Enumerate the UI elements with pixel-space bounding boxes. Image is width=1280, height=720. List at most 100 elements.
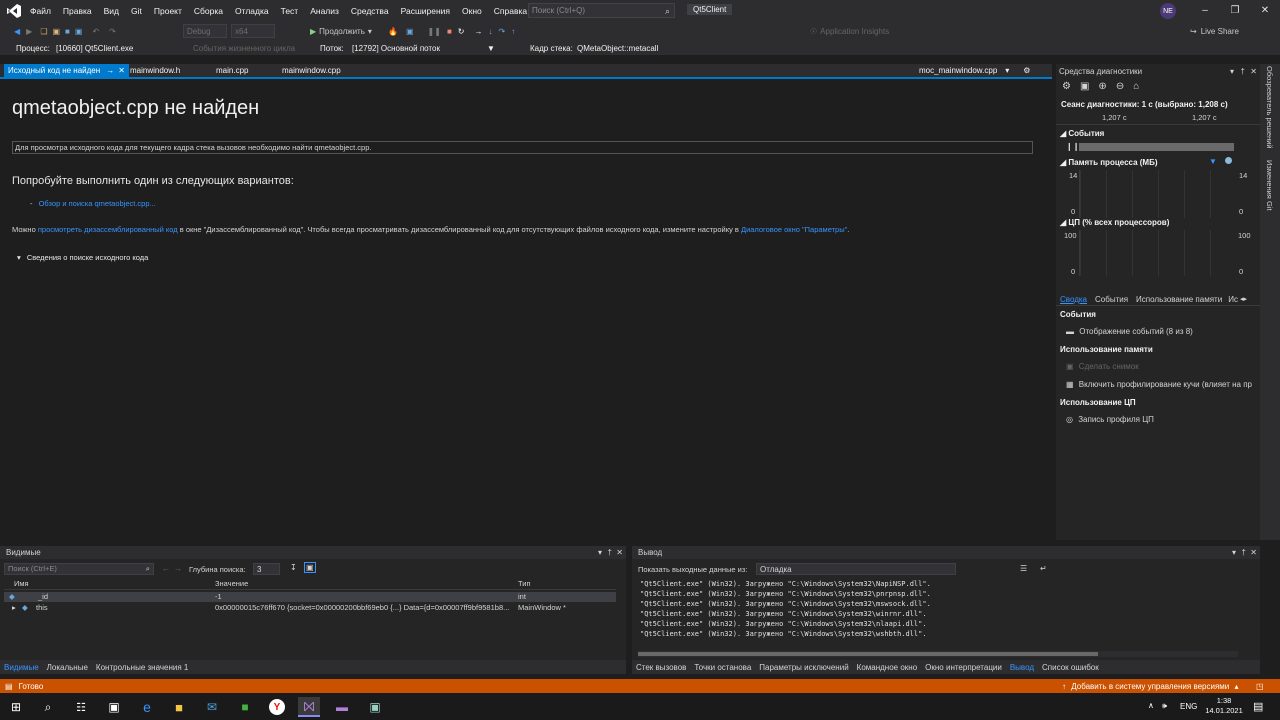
menu-help[interactable]: Справка: [488, 6, 533, 16]
tab-memory-usage[interactable]: Использование памяти: [1132, 295, 1226, 304]
source-search-details-toggle[interactable]: ▾ Сведения о поиске исходного кода: [17, 253, 148, 262]
store-icon[interactable]: ▣: [103, 697, 125, 717]
tab-summary[interactable]: Сводка: [1056, 295, 1091, 304]
memory-graph[interactable]: [1079, 170, 1235, 218]
menu-edit[interactable]: Правка: [57, 6, 98, 16]
restart-icon[interactable]: ↻: [458, 27, 465, 36]
column-type[interactable]: Тип: [518, 579, 531, 588]
tab-breakpoints[interactable]: Точки останова: [690, 663, 755, 672]
clear-all-icon[interactable]: ☰: [1020, 564, 1027, 573]
maximize-button[interactable]: ❐: [1220, 0, 1250, 21]
tab-mainwindow-cpp[interactable]: mainwindow.cpp: [282, 64, 341, 77]
new-project-icon[interactable]: ❑: [40, 27, 47, 36]
expand-icon[interactable]: ▸: [12, 603, 16, 612]
search-forward-icon[interactable]: →: [174, 564, 182, 573]
options-dialog-link[interactable]: Диалоговое окно "Параметры": [741, 225, 847, 234]
pin-icon[interactable]: →: [106, 66, 114, 75]
tab-call-stack[interactable]: Стек вызовов: [632, 663, 690, 672]
pause-events-icon[interactable]: ❙❙: [1066, 142, 1079, 151]
continue-button[interactable]: ▶ Продолжить ▾: [310, 23, 372, 39]
config-select[interactable]: Debug: [183, 24, 227, 38]
windows-start-icon[interactable]: ⊞: [5, 697, 27, 717]
live-share-button[interactable]: ↪ Live Share: [1190, 23, 1239, 39]
select-tools-icon[interactable]: ▣: [1080, 81, 1089, 92]
tab-source-not-found[interactable]: Исходный код не найден → ✕: [4, 64, 129, 77]
menu-view[interactable]: Вид: [98, 6, 125, 16]
tab-autos[interactable]: Видимые: [0, 663, 43, 672]
menu-analyze[interactable]: Анализ: [304, 6, 345, 16]
action-center-icon[interactable]: ▤: [1253, 700, 1263, 713]
volume-icon[interactable]: 🕪: [1162, 701, 1167, 711]
panel-menu-icon[interactable]: ▾: [598, 548, 602, 557]
pin-icon[interactable]: †: [1241, 67, 1245, 76]
tab-events[interactable]: События: [1091, 295, 1132, 304]
cpu-section-header[interactable]: ◢ ЦП (% всех процессоров): [1060, 218, 1169, 227]
stack-frame-select[interactable]: QMetaObject::metacall: [577, 41, 737, 55]
nav-back-icon[interactable]: ◀: [14, 27, 20, 36]
close-icon[interactable]: ✕: [1250, 67, 1257, 76]
column-value[interactable]: Значение: [215, 579, 248, 588]
tab-output[interactable]: Вывод: [1006, 663, 1038, 672]
step-over-icon[interactable]: ↷: [498, 27, 505, 36]
tray-expand-icon[interactable]: ∧: [1148, 701, 1154, 710]
tab-locals[interactable]: Локальные: [43, 663, 92, 672]
panel-menu-icon[interactable]: ▾: [1230, 67, 1234, 76]
show-next-statement-icon[interactable]: →: [474, 27, 482, 36]
filter-icon[interactable]: ▼: [487, 44, 495, 53]
lifecycle-events-button[interactable]: События жизненного цикла: [193, 41, 295, 55]
zoom-out-icon[interactable]: ⊖: [1116, 81, 1124, 92]
visual-studio-taskbar-icon[interactable]: ⨝: [298, 697, 320, 717]
thread-select[interactable]: [12792] Основной поток: [352, 41, 440, 55]
table-row[interactable]: ◆ _id -1 int: [4, 592, 616, 602]
cpu-graph[interactable]: [1079, 230, 1235, 276]
process-select[interactable]: [10660] Qt5Client.exe: [56, 41, 186, 55]
search-icon[interactable]: ⌕: [37, 697, 59, 717]
tab-command-window[interactable]: Командное окно: [853, 663, 922, 672]
pin-icon[interactable]: †: [1242, 548, 1246, 557]
tab-cpu-usage[interactable]: Ис: [1226, 295, 1240, 304]
menu-file[interactable]: Файл: [24, 6, 57, 16]
horizontal-scrollbar[interactable]: [638, 651, 1238, 657]
close-icon[interactable]: ✕: [616, 548, 623, 557]
hot-reload-icon[interactable]: 🔥: [388, 27, 398, 36]
tab-error-list[interactable]: Список ошибок: [1038, 663, 1103, 672]
visual-studio-logo-icon[interactable]: [6, 3, 22, 19]
scrollbar-thumb[interactable]: [638, 652, 1098, 656]
step-into-icon[interactable]: ↓: [488, 27, 492, 36]
qt-creator-icon[interactable]: ■: [234, 697, 256, 717]
yandex-browser-icon[interactable]: Y: [266, 697, 288, 717]
record-cpu-profile-button[interactable]: ◎ Запись профиля ЦП: [1066, 415, 1154, 424]
open-folder-icon[interactable]: ▣: [52, 27, 60, 36]
autos-search-input[interactable]: Поиск (Ctrl+E) ⌕: [4, 563, 154, 575]
browse-link[interactable]: Обзор и поиска qmetaobject.cpp...: [39, 199, 156, 208]
close-icon[interactable]: ✕: [1250, 548, 1257, 557]
menu-window[interactable]: Окно: [456, 6, 488, 16]
diagnostics-icon[interactable]: ▣: [406, 27, 414, 36]
nav-forward-icon[interactable]: ▶: [26, 27, 32, 36]
output-text[interactable]: "Qt5Client.exe" (Win32). Загружено "C:\W…: [640, 579, 1246, 639]
hex-display-icon[interactable]: ▣: [304, 562, 316, 573]
clock[interactable]: 1:38 14.01.2021: [1204, 696, 1244, 716]
app-window-icon[interactable]: ▣: [364, 697, 386, 717]
tabs-scroll-icon[interactable]: ◂▸: [1240, 295, 1247, 303]
avatar[interactable]: NE: [1160, 3, 1176, 19]
tab-immediate-window[interactable]: Окно интерпретации: [921, 663, 1006, 672]
panel-menu-icon[interactable]: ▾: [1232, 548, 1236, 557]
menu-test[interactable]: Тест: [275, 6, 305, 16]
add-to-source-control-button[interactable]: ↑ Добавить в систему управления версиями…: [1062, 682, 1239, 691]
mail-icon[interactable]: ✉: [201, 697, 223, 717]
pause-icon[interactable]: ❚❚: [428, 27, 441, 36]
tab-main-cpp[interactable]: main.cpp: [216, 64, 248, 77]
solution-explorer-tab[interactable]: Обозреватель решений: [1265, 66, 1274, 149]
reset-zoom-icon[interactable]: ⌂: [1133, 81, 1139, 92]
timeline-ruler[interactable]: 1,207 с 1,207 с: [1056, 111, 1260, 125]
column-name[interactable]: Имя: [14, 579, 29, 588]
memory-section-header[interactable]: ◢ Память процесса (МБ): [1060, 158, 1158, 167]
view-disassembly-link[interactable]: просмотреть дизассемблированный код: [38, 225, 178, 234]
close-window-button[interactable]: ✕: [1250, 0, 1280, 21]
pin-icon[interactable]: †: [608, 548, 612, 557]
menu-debug[interactable]: Отладка: [229, 6, 275, 16]
events-section-header[interactable]: ◢ События: [1060, 129, 1104, 138]
events-track[interactable]: [1079, 143, 1234, 151]
tab-watch-1[interactable]: Контрольные значения 1: [92, 663, 192, 672]
